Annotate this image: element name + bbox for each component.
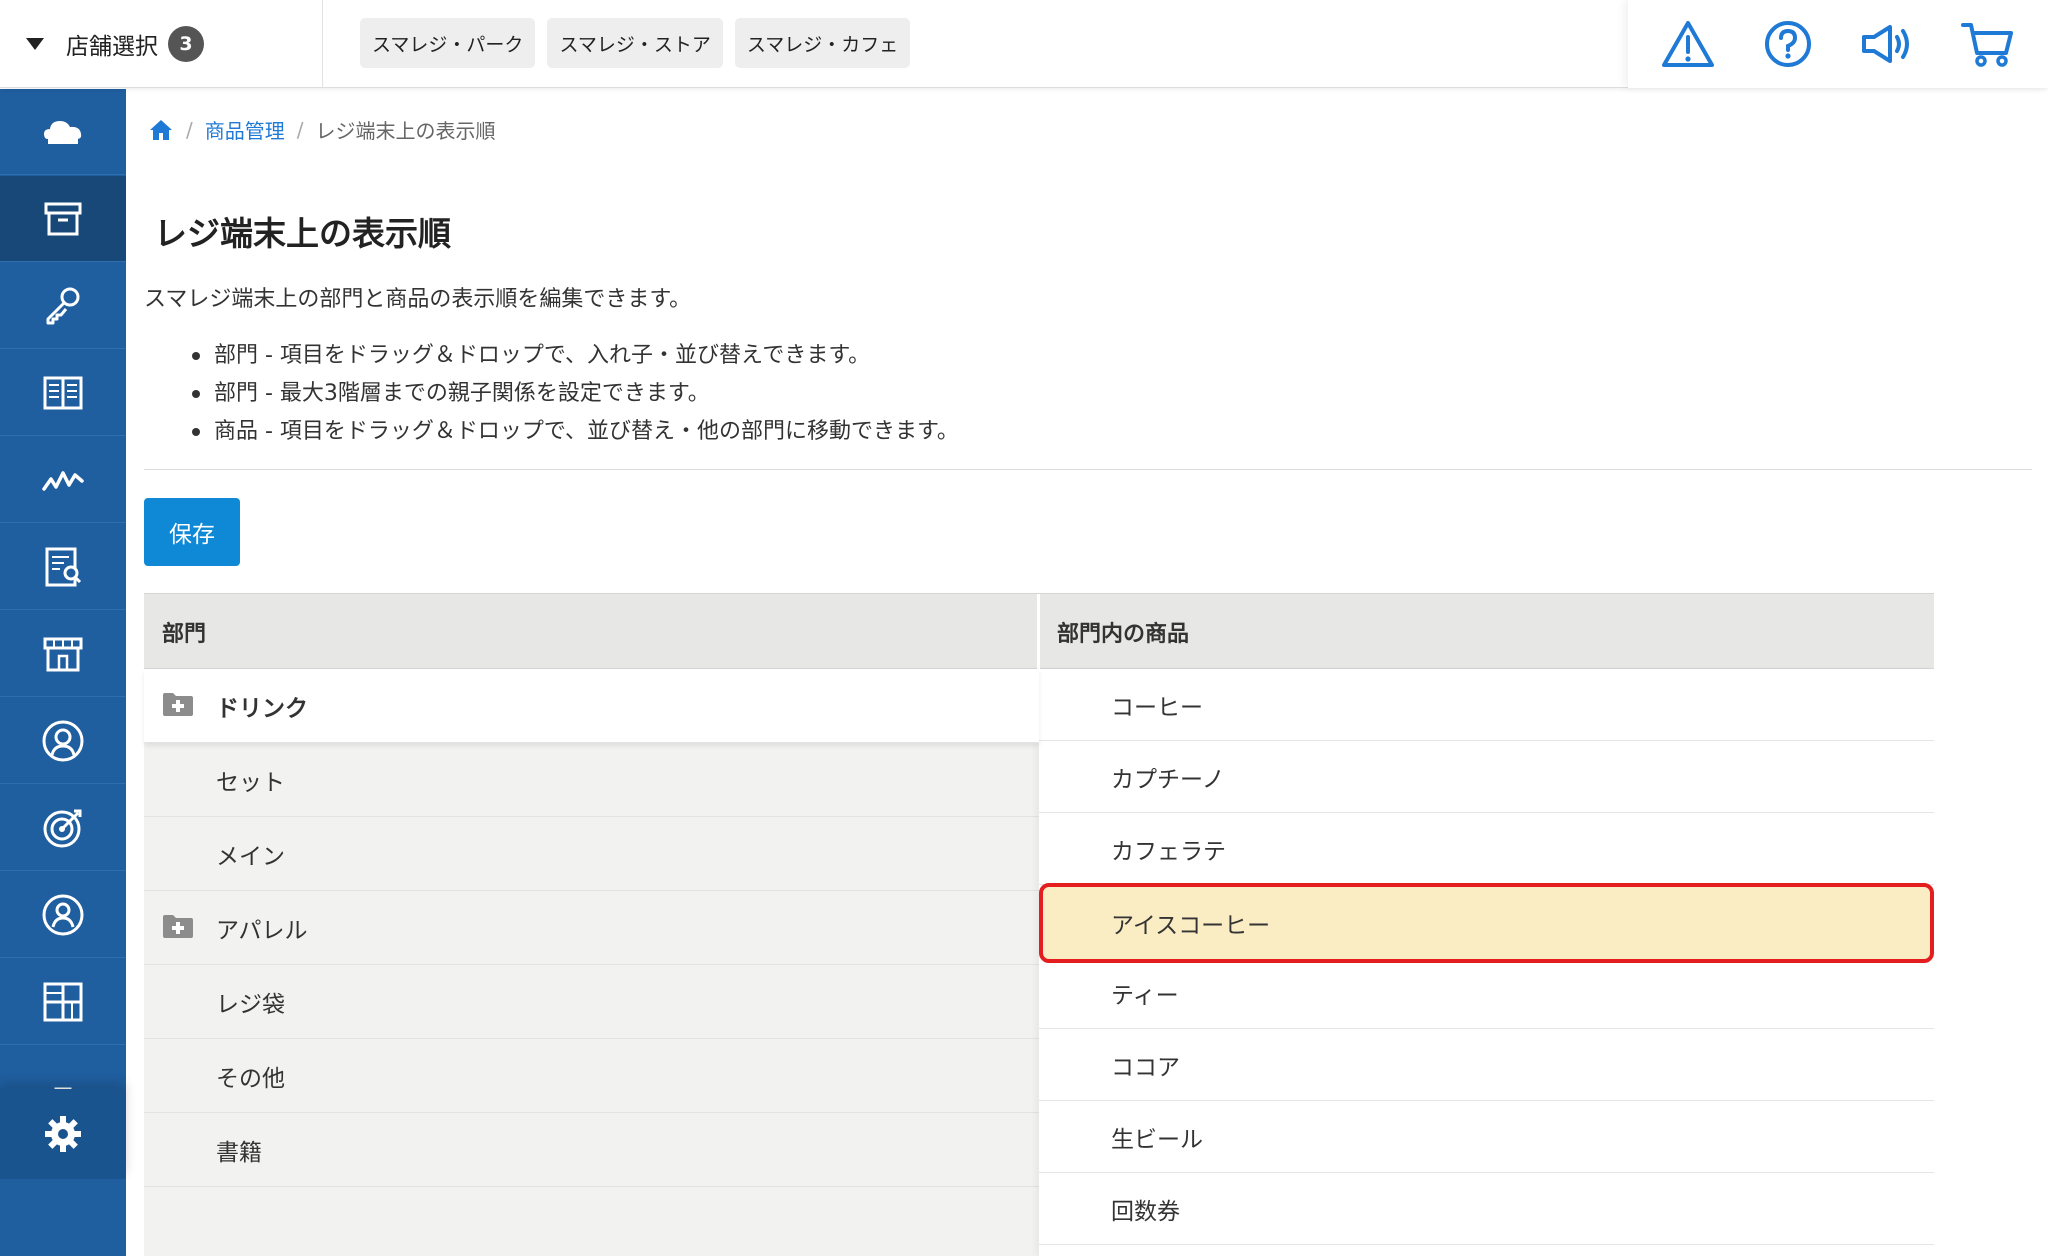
instruction-item: 部門 - 項目をドラッグ＆ドロップで、入れ子・並び替えできます。 <box>192 337 959 375</box>
product-row[interactable]: ココア <box>1039 1029 1934 1101</box>
product-row[interactable]: カプチーノ <box>1039 741 1934 813</box>
product-name: 回数券 <box>1111 1198 1180 1225</box>
user-icon[interactable] <box>0 872 126 958</box>
instruction-item: 部門 - 最大3階層までの親子関係を設定できます。 <box>192 375 959 413</box>
product-row[interactable]: カフェラテ <box>1039 813 1934 885</box>
store-chip[interactable]: スマレジ・ストア <box>547 18 723 68</box>
product-name: 生ビール <box>1111 1126 1203 1153</box>
archive-box-icon[interactable] <box>0 176 126 262</box>
department-row-set[interactable]: セット <box>144 743 1039 817</box>
sidebar-footer <box>0 1179 126 1256</box>
department-row-main[interactable]: メイン <box>144 817 1039 891</box>
product-name: コーヒー <box>1111 694 1203 721</box>
store-icon[interactable] <box>0 611 126 697</box>
customer-icon[interactable] <box>0 698 126 784</box>
sidebar <box>0 89 126 1256</box>
apps-icon[interactable] <box>0 959 126 1045</box>
store-chip[interactable]: スマレジ・カフェ <box>734 18 911 68</box>
department-row-bag[interactable]: レジ袋 <box>144 965 1039 1039</box>
caret-down-icon <box>26 38 44 50</box>
page-description: スマレジ端末上の部門と商品の表示順を編集できます。 <box>144 287 692 312</box>
store-count-badge: 3 <box>168 26 204 62</box>
column-divider <box>1037 594 1040 670</box>
breadcrumb-separator: / <box>186 117 193 142</box>
department-row-drink[interactable]: ドリンク <box>144 669 1039 743</box>
product-row[interactable]: 生ビール <box>1039 1101 1934 1173</box>
store-select-dropdown[interactable]: 店舗選択 3 <box>0 0 323 88</box>
breadcrumb-link-product-management[interactable]: 商品管理 <box>205 115 285 144</box>
cloud-icon[interactable] <box>0 89 126 175</box>
gear-icon <box>45 1116 81 1152</box>
page-title: レジ端末上の表示順 <box>154 214 451 253</box>
product-name: ココア <box>1111 1054 1180 1081</box>
instruction-item: 商品 - 項目をドラッグ＆ドロップで、並び替え・他の部門に移動できます。 <box>192 413 959 451</box>
breadcrumb-current: レジ端末上の表示順 <box>315 119 496 143</box>
folder-expand-icon[interactable] <box>162 913 194 939</box>
home-icon[interactable] <box>148 117 174 143</box>
breadcrumb-separator: / <box>296 117 304 142</box>
breadcrumb: / 商品管理 / レジ端末上の表示順 <box>148 115 496 144</box>
product-name: ティー <box>1111 982 1179 1009</box>
announcement-icon[interactable] <box>1858 14 1918 74</box>
key-icon[interactable] <box>0 263 126 349</box>
product-name: カプチーノ <box>1111 766 1225 793</box>
department-name: アパレル <box>216 917 308 944</box>
settings-button[interactable] <box>0 1089 126 1179</box>
top-bar: 店舗選択 3 スマレジ・パーク スマレジ・ストア スマレジ・カフェ <box>0 0 2048 88</box>
column-header-department: 部門 <box>162 622 207 647</box>
target-icon[interactable] <box>0 785 126 871</box>
department-name: セット <box>216 769 285 796</box>
table-header: 部門 部門内の商品 <box>144 593 1934 670</box>
selected-stores: スマレジ・パーク スマレジ・ストア スマレジ・カフェ <box>360 18 911 68</box>
save-button[interactable]: 保存 <box>144 498 240 566</box>
product-list: コーヒー カプチーノ カフェラテ アイスコーヒー ティー ココア 生ビール 回数… <box>1039 669 1934 1256</box>
divider <box>144 469 2032 470</box>
product-row[interactable]: ティー <box>1039 957 1934 1029</box>
analytics-icon[interactable] <box>0 437 126 523</box>
department-row-books[interactable]: 書籍 <box>144 1113 1039 1187</box>
warning-icon[interactable] <box>1658 14 1718 74</box>
department-name: ドリンク <box>216 695 308 722</box>
help-icon[interactable] <box>1758 14 1818 74</box>
store-chip[interactable]: スマレジ・パーク <box>360 18 536 68</box>
folder-expand-icon[interactable] <box>162 691 194 717</box>
report-icon[interactable] <box>0 524 126 610</box>
product-name: カフェラテ <box>1111 838 1226 865</box>
product-name: アイスコーヒー <box>1111 913 1271 939</box>
department-row-other[interactable]: その他 <box>144 1039 1039 1113</box>
store-select-label: 店舗選択 <box>66 34 158 60</box>
department-name: メイン <box>216 843 285 870</box>
book-icon[interactable] <box>0 350 126 436</box>
product-row[interactable]: 回数券 <box>1039 1173 1934 1245</box>
department-list: ドリンク セット メイン アパレル レジ袋 その他 書籍 <box>144 669 1039 1256</box>
column-header-products: 部門内の商品 <box>1057 622 1190 647</box>
department-name: レジ袋 <box>216 991 285 1018</box>
cart-icon[interactable] <box>1958 14 2018 74</box>
department-row-apparel[interactable]: アパレル <box>144 891 1039 965</box>
main-content: / 商品管理 / レジ端末上の表示順 レジ端末上の表示順 スマレジ端末上の部門と… <box>144 89 2032 1256</box>
top-icon-bar <box>1628 0 2048 88</box>
department-name: その他 <box>216 1065 285 1092</box>
instruction-list: 部門 - 項目をドラッグ＆ドロップで、入れ子・並び替えできます。 部門 - 最大… <box>192 337 959 451</box>
product-row-highlighted[interactable]: アイスコーヒー <box>1039 883 1934 963</box>
product-row[interactable]: コーヒー <box>1039 669 1934 741</box>
department-name: 書籍 <box>216 1139 262 1166</box>
